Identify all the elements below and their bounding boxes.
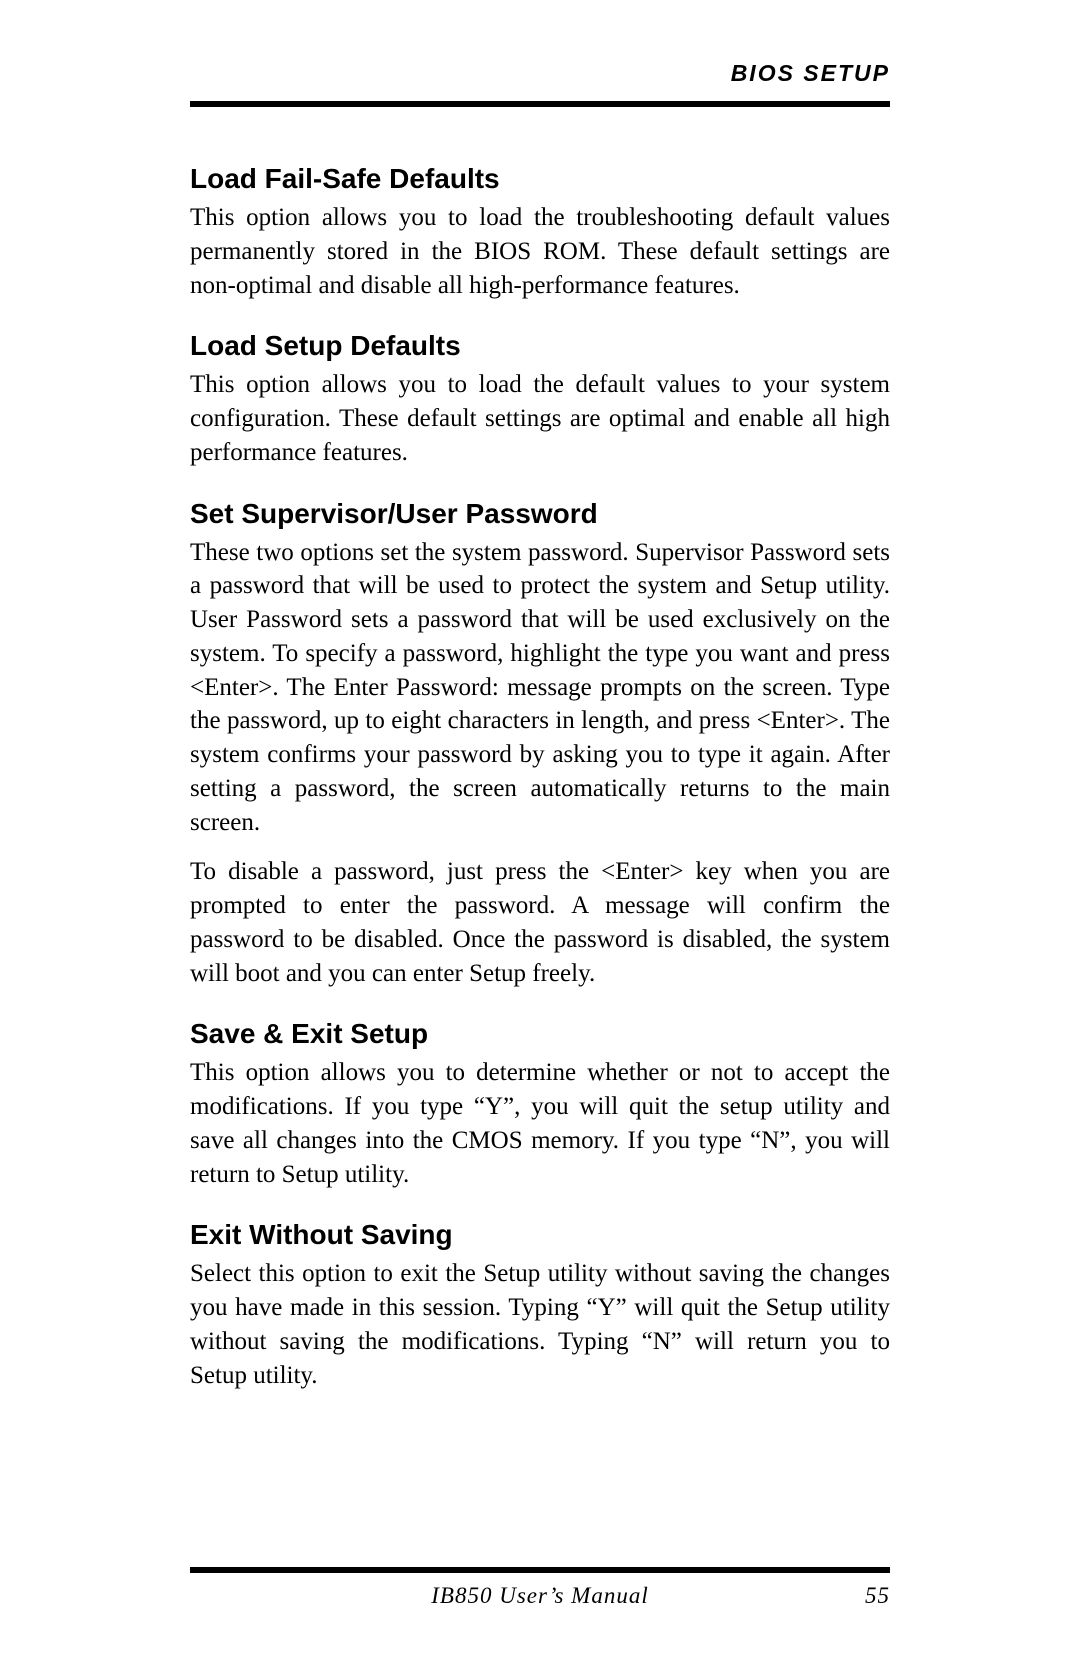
body-paragraph: Select this option to exit the Setup uti… (190, 1257, 890, 1392)
body-paragraph: This option allows you to load the defau… (190, 368, 890, 469)
footer-page-number: 55 (865, 1583, 890, 1609)
header-section-title: BIOS SETUP (731, 60, 890, 86)
horizontal-rule-top (190, 101, 890, 107)
footer-manual-title: IB850 User’s Manual (431, 1583, 648, 1609)
content: Load Fail-Safe Defaults This option allo… (190, 163, 890, 1392)
horizontal-rule-bottom (190, 1567, 890, 1573)
body-paragraph: To disable a password, just press the <E… (190, 855, 890, 990)
page-footer: IB850 User’s Manual 55 (190, 1567, 890, 1609)
section-heading: Exit Without Saving (190, 1219, 890, 1251)
section-heading: Save & Exit Setup (190, 1018, 890, 1050)
body-paragraph: This option allows you to load the troub… (190, 201, 890, 302)
section-heading: Load Fail-Safe Defaults (190, 163, 890, 195)
page-header: BIOS SETUP (190, 60, 890, 87)
body-paragraph: These two options set the system passwor… (190, 536, 890, 840)
body-paragraph: This option allows you to determine whet… (190, 1056, 890, 1191)
section-heading: Load Setup Defaults (190, 330, 890, 362)
section-heading: Set Supervisor/User Password (190, 498, 890, 530)
footer-line: IB850 User’s Manual 55 (190, 1583, 890, 1609)
